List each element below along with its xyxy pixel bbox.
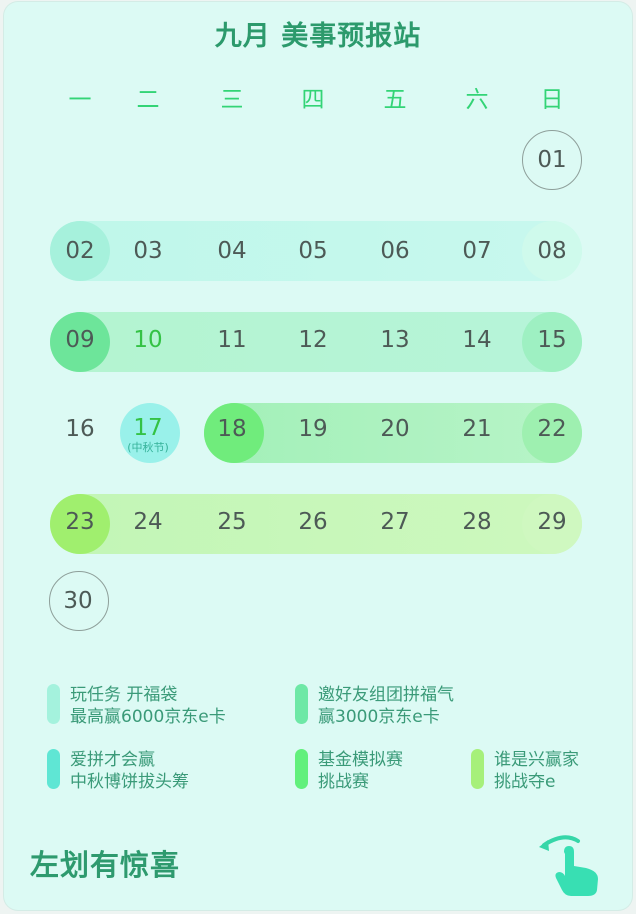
legend-line: 爱拼才会赢 bbox=[70, 750, 155, 770]
day-cell[interactable]: 26 bbox=[283, 507, 343, 537]
day-cell[interactable]: 22 bbox=[522, 414, 582, 444]
legend-swatch bbox=[47, 684, 60, 724]
day-cell[interactable]: 04 bbox=[202, 236, 262, 266]
day-cell[interactable]: 28 bbox=[447, 507, 507, 537]
legend-swatch bbox=[47, 749, 60, 789]
legend-item[interactable]: 邀好友组团拼福气 赢3000京东e卡 bbox=[318, 684, 454, 728]
day-cell[interactable]: 18 bbox=[202, 414, 262, 444]
weekday-thu: 四 bbox=[301, 87, 325, 113]
day-cell[interactable]: 24 bbox=[118, 507, 178, 537]
day-cell[interactable]: 21 bbox=[447, 414, 507, 444]
legend-line: 谁是兴赢家 bbox=[494, 750, 579, 770]
legend-item[interactable]: 玩任务 开福袋 最高赢6000京东e卡 bbox=[70, 684, 226, 728]
weekday-mon: 一 bbox=[68, 87, 92, 113]
weekday-fri: 五 bbox=[383, 87, 407, 113]
legend-swatch bbox=[471, 749, 484, 789]
weekday-wed: 三 bbox=[220, 87, 244, 113]
day-cell[interactable]: 03 bbox=[118, 236, 178, 266]
legend-line: 挑战赛 bbox=[318, 772, 369, 792]
swipe-hint-text[interactable]: 左划有惊喜 bbox=[30, 842, 180, 884]
weekday-sat: 六 bbox=[465, 87, 489, 113]
day-cell[interactable]: 16 bbox=[50, 414, 110, 444]
day-cell[interactable]: 23 bbox=[50, 507, 110, 537]
day-cell[interactable]: 11 bbox=[202, 325, 262, 355]
day-cell[interactable]: 07 bbox=[447, 236, 507, 266]
weekday-tue: 二 bbox=[136, 87, 160, 113]
day-cell[interactable]: 06 bbox=[365, 236, 425, 266]
day-cell[interactable]: 05 bbox=[283, 236, 343, 266]
legend-item[interactable]: 爱拼才会赢 中秋博饼拔头筹 bbox=[70, 749, 189, 793]
legend-line: 玩任务 开福袋 bbox=[70, 685, 178, 705]
day-cell[interactable]: 15 bbox=[522, 325, 582, 355]
day-cell[interactable]: 20 bbox=[365, 414, 425, 444]
legend-line: 挑战夺e bbox=[494, 772, 556, 792]
legend-swatch bbox=[295, 684, 308, 724]
page-title: 九月 美事预报站 bbox=[214, 21, 422, 52]
day-cell[interactable]: 13 bbox=[365, 325, 425, 355]
day-cell[interactable]: 08 bbox=[522, 236, 582, 266]
day-cell[interactable]: 02 bbox=[50, 236, 110, 266]
legend-line: 邀好友组团拼福气 bbox=[318, 685, 454, 705]
legend-swatch bbox=[295, 749, 308, 789]
legend-line: 中秋博饼拔头筹 bbox=[70, 772, 189, 792]
day-cell-today[interactable]: 10 bbox=[118, 325, 178, 355]
legend-line: 基金模拟赛 bbox=[318, 750, 403, 770]
day-cell[interactable]: 12 bbox=[283, 325, 343, 355]
day-cell[interactable]: 19 bbox=[283, 414, 343, 444]
day-cell[interactable]: 25 bbox=[202, 507, 262, 537]
legend-item[interactable]: 谁是兴赢家 挑战夺e bbox=[494, 749, 579, 793]
swipe-left-hand-icon[interactable] bbox=[534, 832, 604, 902]
day-cell[interactable]: 27 bbox=[365, 507, 425, 537]
legend-item[interactable]: 基金模拟赛 挑战赛 bbox=[318, 749, 403, 793]
day-cell[interactable]: 09 bbox=[50, 325, 110, 355]
weekday-sun: 日 bbox=[540, 87, 564, 113]
legend-line: 最高赢6000京东e卡 bbox=[70, 707, 226, 727]
day-cell[interactable]: 29 bbox=[522, 507, 582, 537]
day-cell[interactable]: 01 bbox=[522, 145, 582, 175]
day-cell[interactable]: 30 bbox=[48, 586, 108, 616]
legend-line: 赢3000京东e卡 bbox=[318, 707, 440, 727]
holiday-label: (中秋节) bbox=[127, 441, 169, 454]
day-cell[interactable]: 14 bbox=[447, 325, 507, 355]
